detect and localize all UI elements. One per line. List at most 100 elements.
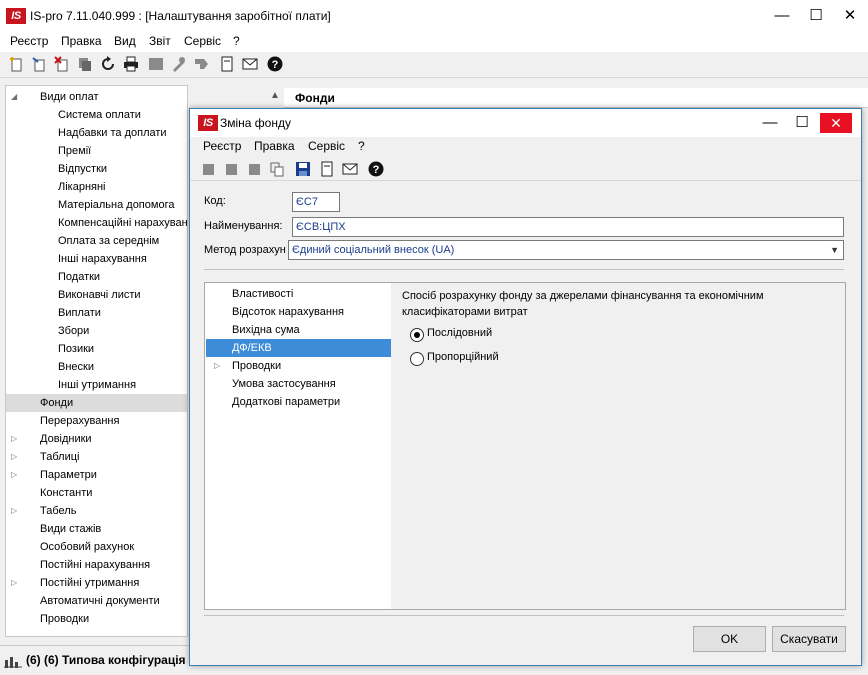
tree-item[interactable]: ▷ Довідники — [6, 430, 187, 448]
help-icon[interactable]: ? — [368, 161, 384, 177]
cancel-button[interactable]: Скасувати — [772, 626, 846, 652]
menu-service[interactable]: Сервіс — [184, 34, 221, 48]
tree-item[interactable]: Автоматичні документи — [6, 592, 187, 610]
name-field[interactable]: ЄСВ:ЦПХ — [292, 217, 844, 237]
dialog-menu-service[interactable]: Сервіс — [308, 139, 345, 153]
section-item[interactable]: Умова застосування — [206, 375, 391, 393]
delete-icon[interactable] — [246, 161, 262, 177]
tree-item[interactable]: Інші нарахування — [6, 250, 187, 268]
tree-item[interactable]: Система оплати — [6, 106, 187, 124]
collapsed-arrow-icon[interactable]: ▷ — [11, 448, 17, 466]
maximize-button[interactable]: ☐ — [800, 0, 832, 32]
tree-item[interactable]: Матеріальна допомога — [6, 196, 187, 214]
export-icon[interactable] — [194, 56, 210, 72]
tree-item[interactable]: Лікарняні — [6, 178, 187, 196]
close-button[interactable]: ✕ — [834, 0, 866, 32]
dialog-menubar: Реєстр Правка Сервіс ? — [190, 137, 861, 155]
section-item-label: ДФ/ЕКВ — [232, 342, 272, 354]
minimize-button[interactable]: — — [766, 0, 798, 32]
tree-item[interactable]: Константи — [6, 484, 187, 502]
section-item[interactable]: ДФ/ЕКВ — [206, 339, 391, 357]
tree-item[interactable]: Компенсаційні нарахування — [6, 214, 187, 232]
tree-item[interactable]: Види стажів — [6, 520, 187, 538]
radio-sequential[interactable] — [410, 328, 424, 342]
tree-item[interactable]: Фонди — [6, 394, 187, 412]
dialog-minimize-button[interactable]: — — [754, 107, 786, 139]
chevron-down-icon[interactable]: ▼ — [830, 241, 839, 259]
expanded-arrow-icon[interactable]: ◢ — [11, 88, 17, 106]
collapsed-arrow-icon[interactable]: ▷ — [11, 466, 17, 484]
tree-item[interactable]: Проводки — [6, 610, 187, 628]
radio-proportional[interactable] — [410, 352, 424, 366]
section-item-label: Проводки — [232, 360, 282, 372]
tree-item[interactable]: Оплата за середнім — [6, 232, 187, 250]
tree-item[interactable]: ◢ Види оплат — [6, 88, 187, 106]
menu-view[interactable]: Вид — [114, 34, 136, 48]
tree-item[interactable]: ▷ Табель — [6, 502, 187, 520]
menu-edit[interactable]: Правка — [61, 34, 102, 48]
menu-register[interactable]: Реєстр — [10, 34, 48, 48]
edit-icon[interactable] — [223, 161, 239, 177]
tree-item[interactable]: ▷ Таблиці — [6, 448, 187, 466]
mail-icon[interactable] — [342, 161, 358, 177]
mail-icon[interactable] — [242, 56, 258, 72]
view-icon[interactable] — [219, 56, 235, 72]
section-item[interactable]: Властивості — [206, 285, 391, 303]
tree-item[interactable]: Позики — [6, 340, 187, 358]
tree-item[interactable]: Премії — [6, 142, 187, 160]
dialog-menu-edit[interactable]: Правка — [254, 139, 295, 153]
tree-item-label: Особовий рахунок — [40, 541, 135, 553]
collapsed-arrow-icon[interactable]: ▷ — [11, 502, 17, 520]
method-select[interactable]: Єдиний соціальний внесок (UA) ▼ — [288, 240, 844, 260]
tree-item[interactable]: Інші утримання — [6, 376, 187, 394]
ok-button[interactable]: OK — [693, 626, 766, 652]
tree-item-label: Параметри — [40, 469, 97, 481]
tree-item[interactable]: Надбавки та доплати — [6, 124, 187, 142]
collapsed-arrow-icon[interactable]: ▷ — [11, 430, 17, 448]
tree-item[interactable]: Відпустки — [6, 160, 187, 178]
tree-item[interactable]: Виконавчі листи — [6, 286, 187, 304]
tools-icon[interactable] — [171, 56, 187, 72]
copy-icon[interactable] — [269, 161, 285, 177]
tree-item-label: Система оплати — [58, 109, 141, 121]
tree-item[interactable]: Перерахування — [6, 412, 187, 430]
section-item[interactable]: ▷ Проводки — [206, 357, 391, 375]
copy-icon[interactable] — [77, 56, 93, 72]
code-label: Код: — [204, 195, 226, 207]
status-bar: (6) (6) Типова конфігурація — [0, 645, 190, 675]
dialog-maximize-button[interactable]: ☐ — [786, 107, 818, 139]
tree-item[interactable]: Збори — [6, 322, 187, 340]
collapse-icon[interactable]: ▲ — [270, 90, 280, 101]
dialog-close-button[interactable]: ✕ — [820, 113, 852, 133]
section-item[interactable]: Вихідна сума — [206, 321, 391, 339]
add-icon[interactable] — [200, 161, 216, 177]
disabled-icon[interactable] — [148, 56, 164, 72]
help-icon[interactable]: ? — [267, 56, 283, 72]
code-field[interactable]: ЄС7 — [292, 192, 340, 212]
view-icon[interactable] — [319, 161, 335, 177]
collapsed-arrow-icon[interactable]: ▷ — [214, 357, 220, 375]
menu-help[interactable]: ? — [233, 34, 240, 48]
radio-sequential-label[interactable]: Послідовний — [427, 327, 492, 339]
tree-item[interactable]: Внески — [6, 358, 187, 376]
tree-item[interactable]: Особовий рахунок — [6, 538, 187, 556]
tree-item[interactable]: Виплати — [6, 304, 187, 322]
print-icon[interactable] — [123, 56, 139, 72]
refresh-icon[interactable] — [100, 56, 116, 72]
dialog-menu-register[interactable]: Реєстр — [203, 139, 241, 153]
add-child-icon[interactable] — [31, 56, 47, 72]
new-document-icon[interactable] — [8, 56, 24, 72]
tree-item[interactable]: Постійні нарахування — [6, 556, 187, 574]
section-item[interactable]: Відсоток нарахування — [206, 303, 391, 321]
radio-proportional-label[interactable]: Пропорційний — [427, 351, 499, 363]
collapsed-arrow-icon[interactable]: ▷ — [11, 574, 17, 592]
save-icon[interactable] — [295, 161, 311, 177]
tree-item[interactable]: Податки — [6, 268, 187, 286]
section-item[interactable]: Додаткові параметри — [206, 393, 391, 411]
delete-icon[interactable] — [54, 56, 70, 72]
menu-report[interactable]: Звіт — [149, 34, 171, 48]
tree-item-label: Постійні нарахування — [40, 559, 151, 571]
tree-item[interactable]: ▷ Параметри — [6, 466, 187, 484]
dialog-menu-help[interactable]: ? — [358, 139, 365, 153]
tree-item[interactable]: ▷ Постійні утримання — [6, 574, 187, 592]
